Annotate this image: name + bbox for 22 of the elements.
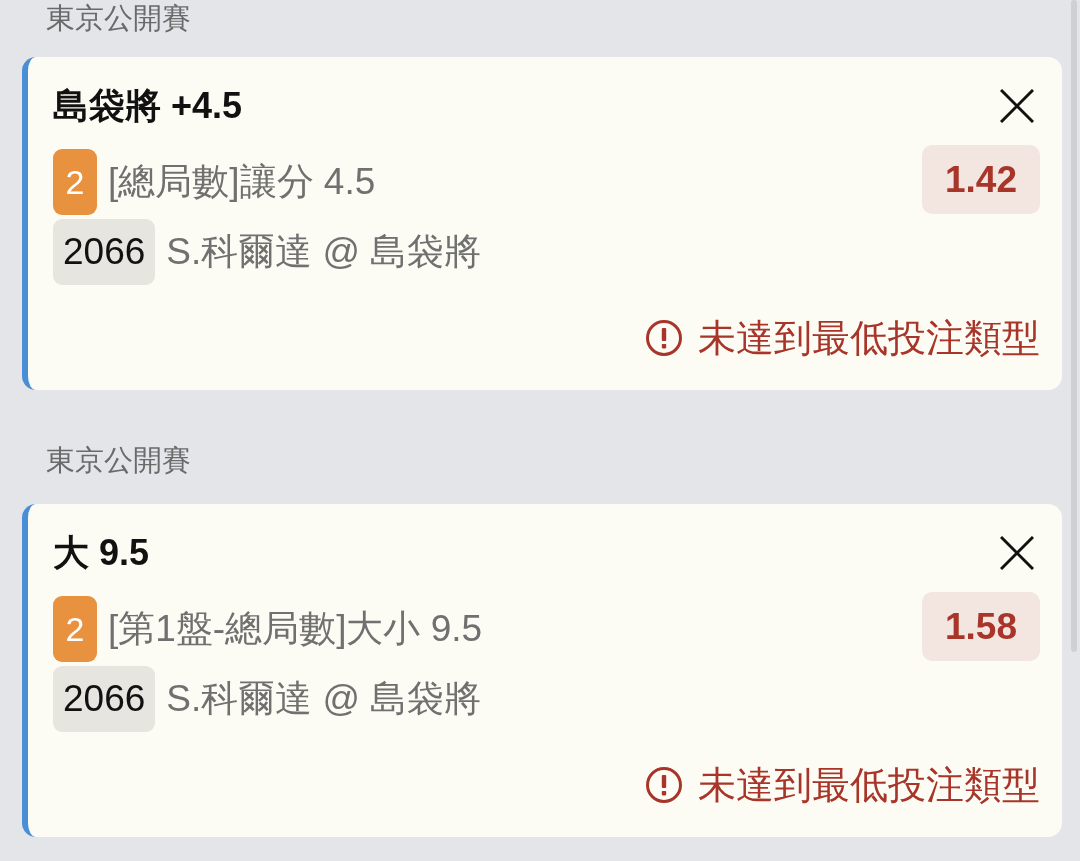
market-text: [總局數]讓分 4.5 bbox=[108, 160, 376, 204]
event-code-badge: 2066 bbox=[53, 666, 156, 732]
odds-badge: 1.58 bbox=[922, 592, 1040, 661]
match-text: S.科爾達 @ 島袋將 bbox=[166, 230, 482, 274]
close-button[interactable] bbox=[1000, 536, 1034, 570]
event-code-badge: 2066 bbox=[53, 219, 156, 285]
warning-text: 未達到最低投注類型 bbox=[698, 316, 1040, 361]
selection-title: 大 9.5 bbox=[53, 532, 150, 574]
warning-icon bbox=[646, 320, 682, 356]
market-text: [第1盤-總局數]大小 9.5 bbox=[108, 607, 483, 651]
odds-badge: 1.42 bbox=[922, 145, 1040, 214]
match-text: S.科爾達 @ 島袋將 bbox=[166, 677, 482, 721]
leg-count-badge: 2 bbox=[53, 149, 97, 215]
close-icon bbox=[1000, 89, 1034, 123]
league-heading: 東京公開賽 bbox=[46, 443, 191, 478]
warning-text: 未達到最低投注類型 bbox=[698, 763, 1040, 808]
close-icon bbox=[1000, 536, 1034, 570]
leg-count-badge: 2 bbox=[53, 596, 97, 662]
warning-icon bbox=[646, 767, 682, 803]
league-heading: 東京公開賽 bbox=[46, 1, 191, 36]
close-button[interactable] bbox=[1000, 89, 1034, 123]
selection-title: 島袋將 +4.5 bbox=[53, 85, 243, 127]
